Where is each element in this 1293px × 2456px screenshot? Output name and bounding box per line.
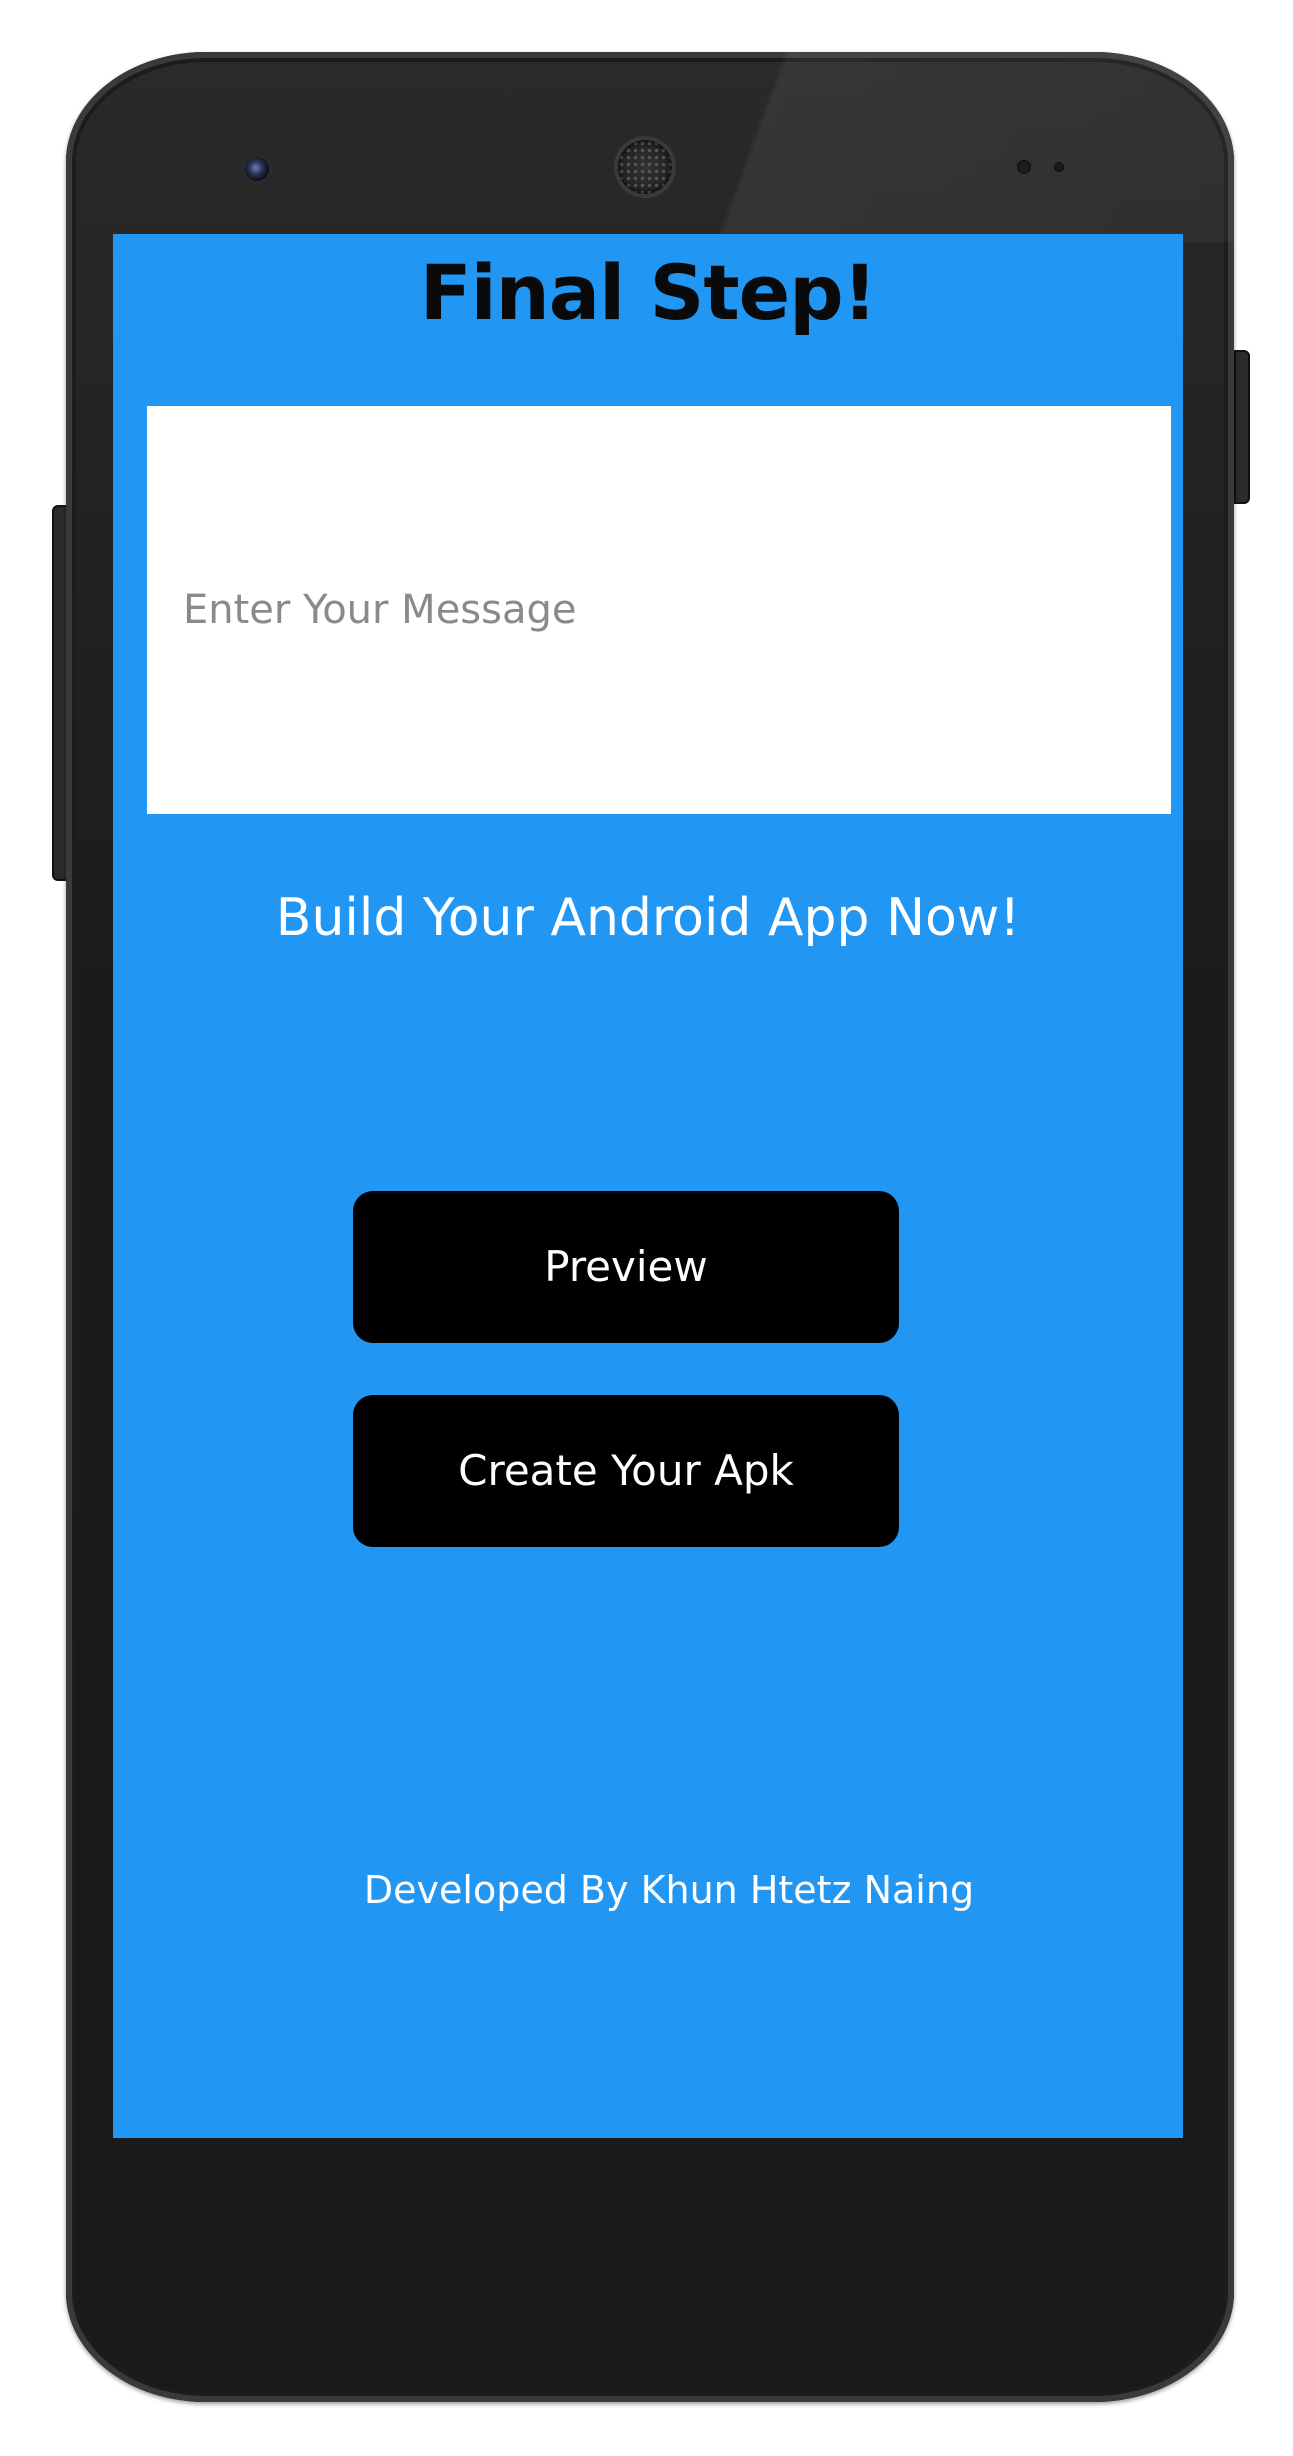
proximity-sensor-icon: [1017, 160, 1031, 174]
developer-credit: Developed By Khun Htetz Naing: [363, 1868, 975, 1912]
message-input[interactable]: [147, 406, 1171, 814]
page-title: Final Step!: [419, 248, 878, 337]
power-button: [1234, 350, 1250, 504]
create-apk-button[interactable]: Create Your Apk: [353, 1395, 899, 1547]
preview-button[interactable]: Preview: [353, 1191, 899, 1343]
front-camera-icon: [245, 157, 269, 181]
app-screen: Final Step! Build Your Android App Now! …: [113, 234, 1183, 2138]
subtitle: Build Your Android App Now!: [275, 888, 1021, 948]
earpiece-speaker-icon: [618, 140, 672, 194]
light-sensor-icon: [1054, 162, 1064, 172]
